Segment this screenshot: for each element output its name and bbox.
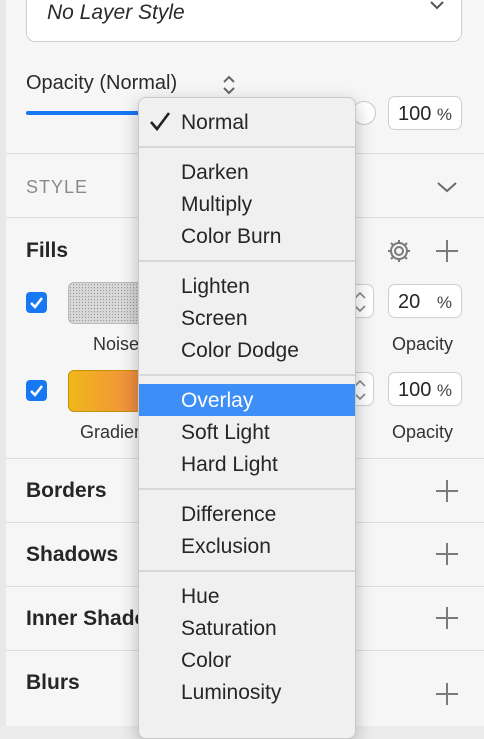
menu-item-difference[interactable]: Difference xyxy=(139,498,355,530)
checkmark-icon xyxy=(150,112,171,132)
menu-item-label: Color Dodge xyxy=(181,339,299,362)
menu-item-label: Color Burn xyxy=(181,225,282,248)
noise-swatch[interactable] xyxy=(68,282,144,324)
add-border-plus-icon[interactable] xyxy=(436,480,458,502)
menu-item-exclusion[interactable]: Exclusion xyxy=(139,530,355,562)
menu-item-normal[interactable]: Normal xyxy=(139,106,355,138)
menu-separator xyxy=(139,374,355,376)
add-inner-shadow-plus-icon[interactable] xyxy=(436,607,458,629)
add-blur-plus-icon[interactable] xyxy=(436,683,458,705)
menu-item-screen[interactable]: Screen xyxy=(139,302,355,334)
borders-title: Borders xyxy=(26,479,107,502)
layer-style-select[interactable]: No Layer Style xyxy=(26,0,462,42)
fill-2-opacity-unit: % xyxy=(436,381,452,400)
menu-item-soft-light[interactable]: Soft Light xyxy=(139,416,355,448)
menu-item-hue[interactable]: Hue xyxy=(139,580,355,612)
menu-separator xyxy=(139,570,355,572)
layer-style-value: No Layer Style xyxy=(47,1,185,24)
blurs-title: Blurs xyxy=(26,671,80,694)
menu-item-label: Overlay xyxy=(181,389,254,412)
style-header: STYLE xyxy=(26,177,89,197)
menu-item-hard-light[interactable]: Hard Light xyxy=(139,448,355,480)
checkmark-icon xyxy=(30,385,43,397)
gradient-swatch[interactable] xyxy=(68,370,144,412)
fill-2-opacity-value: 100 xyxy=(398,379,432,401)
menu-item-multiply[interactable]: Multiply xyxy=(139,188,355,220)
menu-item-label: Hue xyxy=(181,585,220,608)
menu-item-label: Lighten xyxy=(181,275,250,298)
menu-item-color-dodge[interactable]: Color Dodge xyxy=(139,334,355,366)
menu-item-color-burn[interactable]: Color Burn xyxy=(139,220,355,252)
menu-item-label: Exclusion xyxy=(181,535,271,558)
add-shadow-plus-icon[interactable] xyxy=(436,543,458,565)
menu-item-saturation[interactable]: Saturation xyxy=(139,612,355,644)
fill-2-opacity-field[interactable]: 100 % xyxy=(388,372,462,406)
menu-item-label: Screen xyxy=(181,307,248,330)
menu-separator xyxy=(139,260,355,262)
menu-item-lighten[interactable]: Lighten xyxy=(139,270,355,302)
fill-2-opacity-label: Opacity xyxy=(392,422,454,442)
fill-1-opacity-value: 20 xyxy=(398,291,421,313)
menu-item-label: Difference xyxy=(181,503,277,526)
menu-item-label: Saturation xyxy=(181,617,277,640)
menu-item-label: Luminosity xyxy=(181,681,282,704)
menu-item-color[interactable]: Color xyxy=(139,644,355,676)
chevron-down-icon xyxy=(430,1,444,10)
checkmark-icon xyxy=(30,297,43,309)
menu-item-label: Multiply xyxy=(181,193,253,216)
opacity-label: Opacity (Normal) xyxy=(26,72,178,94)
menu-item-label: Color xyxy=(181,649,232,672)
up-down-chevron-icon[interactable] xyxy=(222,74,236,96)
menu-item-luminosity[interactable]: Luminosity xyxy=(139,676,355,708)
menu-item-darken[interactable]: Darken xyxy=(139,156,355,188)
menu-item-label: Soft Light xyxy=(181,421,270,444)
chevron-down-icon[interactable] xyxy=(436,180,458,194)
menu-item-label: Darken xyxy=(181,161,249,184)
blend-mode-menu: Normal Darken Multiply Color Burn Lighten Scr… xyxy=(138,97,356,739)
menu-item-label: Normal xyxy=(181,111,249,134)
opacity-value: 100 xyxy=(398,103,432,125)
fill-1-checkbox[interactable] xyxy=(26,292,47,313)
fill-1-opacity-unit: % xyxy=(436,293,452,312)
add-fill-plus-icon[interactable] xyxy=(436,240,458,262)
menu-item-label: Hard Light xyxy=(181,453,278,476)
menu-separator xyxy=(139,146,355,148)
menu-separator xyxy=(139,488,355,490)
fill-1-opacity-field[interactable]: 20 % xyxy=(388,284,462,318)
shadows-title: Shadows xyxy=(26,543,119,566)
fill-1-opacity-label: Opacity xyxy=(392,334,454,354)
menu-item-overlay[interactable]: Overlay xyxy=(139,384,355,416)
fill-1-label: Noise xyxy=(93,334,140,354)
fills-title: Fills xyxy=(26,239,69,262)
fill-2-checkbox[interactable] xyxy=(26,380,47,401)
opacity-field[interactable]: 100 % xyxy=(388,96,462,130)
opacity-unit: % xyxy=(436,105,452,124)
gear-icon[interactable] xyxy=(386,238,412,264)
